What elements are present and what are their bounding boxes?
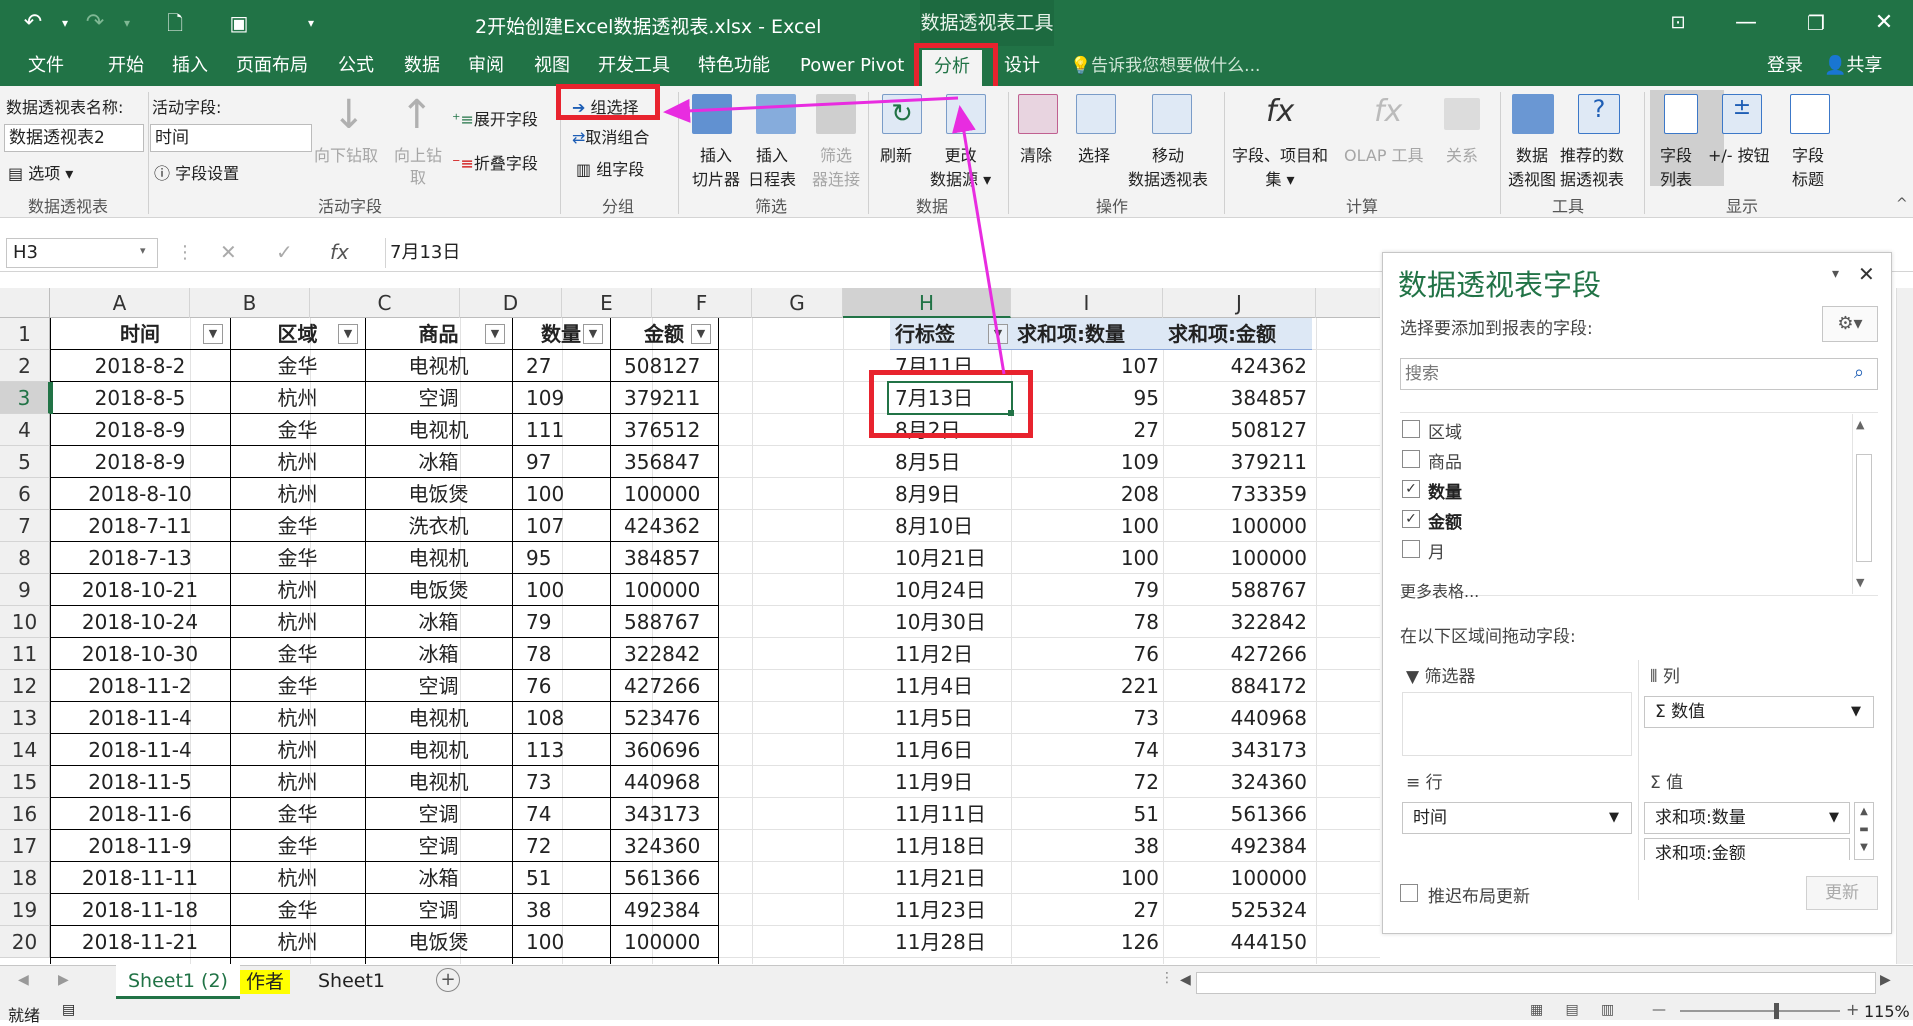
zoom-slider[interactable] [1680, 1010, 1840, 1012]
prev-sheet-icon[interactable]: ◀ [18, 972, 29, 988]
pane-title: 数据透视表字段 [1398, 268, 1602, 302]
pane-close-icon[interactable]: ✕ [1858, 262, 1875, 286]
sigma-icon: Σ [1655, 702, 1672, 722]
defer-update-checkbox[interactable] [1400, 884, 1418, 902]
split-handle-icon[interactable]: ⋮ [1160, 970, 1174, 994]
hscroll-right-icon[interactable]: ▶ [1880, 972, 1891, 988]
sheet-tab-author[interactable]: 作者 [240, 970, 291, 994]
status-bar [0, 1001, 1913, 1020]
status-ready: 就绪 [8, 1006, 41, 1025]
pane-search-input[interactable]: 搜索 [1400, 358, 1878, 390]
zoom-slider-thumb[interactable] [1774, 1003, 1779, 1019]
gear-icon[interactable]: ⚙▾ [1822, 306, 1878, 342]
add-sheet-icon[interactable]: + [436, 968, 460, 992]
field-checkbox[interactable] [1402, 420, 1420, 438]
dropdown-arrow-icon: ▼ [1829, 810, 1839, 825]
arrow-cell-to-analyze [952, 105, 1006, 375]
horizontal-scrollbar[interactable] [1196, 972, 1876, 994]
columns-icon: ⦀ [1650, 667, 1663, 687]
field-list-scroll-thumb[interactable] [1856, 454, 1872, 562]
sheet-tab-sheet1-2[interactable]: Sheet1 (2) [116, 965, 240, 999]
drag-areas-label: 在以下区域间拖动字段: [1400, 627, 1576, 647]
next-sheet-icon[interactable]: ▶ [58, 972, 69, 988]
defer-update-label: 推迟布局更新 [1428, 887, 1530, 907]
values-scroll[interactable]: ▲ ▬ ▼ [1854, 802, 1874, 860]
scroll-down-icon[interactable]: ▼ [1856, 576, 1864, 589]
field-checkbox[interactable] [1402, 450, 1420, 468]
sigma-icon: Σ [1650, 773, 1667, 793]
search-icon: ⌕ [1854, 362, 1865, 383]
zoom-level: 115% [1864, 1002, 1910, 1021]
arrow-analyze-to-group [663, 96, 959, 123]
columns-area-label: ⦀ 列 [1650, 667, 1680, 687]
values-item-quantity[interactable]: 求和项:数量 ▼ [1644, 802, 1850, 834]
rows-icon: ≡ [1406, 773, 1426, 793]
field-checkbox[interactable]: ✓ [1402, 480, 1420, 498]
field-list-box [1400, 412, 1878, 596]
pane-options-dropdown-icon[interactable]: ▾ [1832, 266, 1839, 282]
dropdown-arrow-icon: ▼ [1609, 810, 1619, 825]
field-checkbox[interactable]: ✓ [1402, 510, 1420, 528]
macro-record-icon[interactable]: ▤ [62, 1002, 75, 1018]
field-label[interactable]: 月 [1428, 538, 1445, 563]
zoom-in-icon[interactable]: + [1846, 1000, 1859, 1019]
dropdown-arrow-icon: ▼ [1851, 704, 1861, 719]
field-label[interactable]: 商品 [1428, 448, 1462, 473]
rows-item-time[interactable]: 时间 ▼ [1402, 802, 1632, 834]
filters-drop-area[interactable] [1402, 692, 1632, 756]
filters-area-label: ▼ 筛选器 [1406, 667, 1476, 687]
pane-subtitle: 选择要添加到报表的字段: [1400, 319, 1593, 339]
areas-divider [1638, 660, 1639, 900]
normal-view-icon[interactable]: ▦ ▤ ▥ [1530, 1002, 1614, 1018]
values-area-label: Σ 值 [1650, 773, 1684, 793]
hscroll-left-icon[interactable]: ◀ [1180, 972, 1191, 988]
sheet-tab-sheet1[interactable]: Sheet1 [306, 965, 397, 999]
field-label[interactable]: 金额 [1428, 508, 1462, 533]
scroll-up-icon[interactable]: ▲ [1856, 418, 1864, 431]
more-tables-link[interactable]: 更多表格... [1400, 578, 1479, 602]
columns-item-values[interactable]: Σ 数值 ▼ [1644, 696, 1874, 728]
values-item-amount[interactable]: 求和项:金额 [1644, 838, 1850, 860]
field-label[interactable]: 数量 [1428, 478, 1462, 503]
field-label[interactable]: 区域 [1428, 418, 1462, 443]
field-checkbox[interactable] [1402, 540, 1420, 558]
vertical-scrollbar[interactable] [1896, 288, 1913, 964]
zoom-out-icon[interactable]: — [1652, 1002, 1666, 1018]
rows-area-label: ≡ 行 [1406, 773, 1443, 793]
update-button[interactable]: 更新 [1806, 876, 1878, 910]
filter-icon: ▼ [1406, 667, 1425, 687]
